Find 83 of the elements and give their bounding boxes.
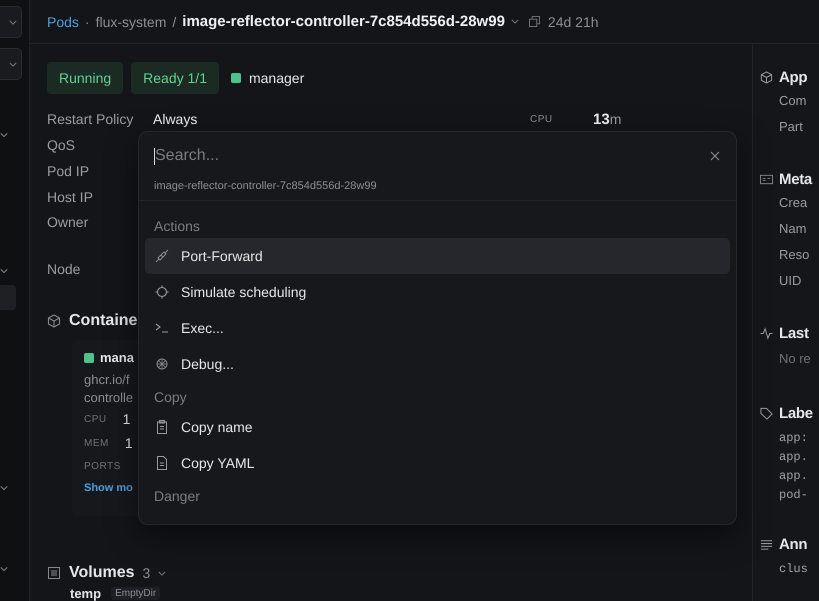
panel-text: app. <box>779 449 809 466</box>
detail-label: Owner <box>47 214 90 230</box>
chevron-icon <box>9 62 17 66</box>
section-title: Last <box>779 324 809 342</box>
menu-item[interactable]: Simulate scheduling <box>145 274 730 310</box>
panel-text: app: <box>779 430 809 447</box>
status-badge: Ready 1/1 <box>131 62 219 94</box>
menu-item[interactable]: Debug... <box>145 346 730 382</box>
chevron-icon <box>9 20 17 24</box>
detail-label: Restart Policy <box>47 111 134 127</box>
metric-label: CPU <box>84 414 107 424</box>
menu-item[interactable]: Port-Forward <box>145 238 730 274</box>
metric-value: 1 <box>124 435 133 451</box>
id-card-icon <box>760 172 773 186</box>
section-title: Containe <box>69 312 138 330</box>
cpu-label: CPU <box>530 114 553 124</box>
panel-text: Part <box>779 118 804 136</box>
image-text: ghcr.io/f <box>84 371 130 389</box>
panel-text: clus <box>779 561 809 578</box>
cube-icon <box>47 314 61 328</box>
detail-label: Pod IP <box>47 163 90 179</box>
namespace-text: flux-system <box>96 14 166 30</box>
section-title: Volumes <box>69 564 134 582</box>
clipboard-icon <box>155 420 169 434</box>
group-heading: Actions <box>153 217 201 236</box>
copy-icon[interactable] <box>528 16 540 27</box>
section-title: Meta <box>779 170 812 188</box>
image-text: controlle <box>84 389 134 407</box>
plug-icon <box>155 249 169 263</box>
volume-count: 3 <box>142 565 150 581</box>
container-name: mana <box>100 350 134 365</box>
bug-icon <box>155 357 169 371</box>
section-title: Labe <box>779 404 813 422</box>
show-more-link[interactable]: Show mo <box>84 482 133 494</box>
metric-value: 1 <box>122 411 130 427</box>
age-text: 24d 21h <box>548 14 599 30</box>
cpu-value: 13m <box>593 110 622 128</box>
panel-text: app. <box>779 468 809 485</box>
section-title: Ann <box>779 536 808 552</box>
menu-item[interactable]: Exec... <box>145 310 730 346</box>
chevron-icon[interactable] <box>0 268 8 274</box>
breadcrumb-separator: · <box>84 14 90 30</box>
chevron-icon[interactable] <box>510 19 519 24</box>
group-heading: Danger <box>153 487 201 506</box>
breadcrumb-link[interactable]: Pods <box>47 14 79 30</box>
panel-text: Com <box>779 92 808 110</box>
crosshair-icon <box>155 285 169 299</box>
detail-label: QoS <box>47 137 76 153</box>
search-field[interactable]: Search... <box>155 147 710 165</box>
subject-text: image-reflector-controller-7c854d556d-28w99 <box>139 180 736 201</box>
panel-text: pod- <box>779 487 809 504</box>
volume-name: temp <box>70 586 102 601</box>
pulse-icon <box>760 326 773 340</box>
breadcrumb-separator: / <box>172 14 176 30</box>
panel-text: No re <box>779 350 812 368</box>
group-heading: Copy <box>153 388 188 407</box>
document-icon <box>155 456 169 470</box>
ports-label: PORTS <box>84 461 121 472</box>
metric-label: MEM <box>84 438 109 448</box>
panel-text: Nam <box>779 220 808 238</box>
cube-icon <box>760 70 773 84</box>
volume-type-tag: EmptyDir <box>111 587 160 600</box>
chevron-icon[interactable] <box>158 570 166 576</box>
terminal-icon <box>155 321 169 335</box>
chevron-icon[interactable] <box>0 132 8 138</box>
close-icon[interactable] <box>710 151 720 161</box>
menu-item[interactable]: Copy YAML <box>145 445 730 481</box>
tag-icon <box>760 406 773 420</box>
chevron-icon[interactable] <box>0 485 8 491</box>
chevron-icon[interactable] <box>0 566 8 572</box>
section-title: App <box>779 68 808 86</box>
detail-value: Always <box>153 111 198 127</box>
storage-icon <box>47 566 61 580</box>
menu-item[interactable]: Copy name <box>145 409 730 445</box>
detail-label: Node <box>47 261 82 277</box>
panel-text: Reso <box>779 246 810 264</box>
container-name: manager <box>248 70 304 86</box>
status-badge: Running <box>47 62 124 94</box>
detail-label: Host IP <box>47 189 94 205</box>
panel-text: UID <box>779 272 802 290</box>
pod-title: image-reflector-controller-7c854d556d-28w99 <box>182 13 505 30</box>
text-lines-icon <box>760 538 773 550</box>
panel-text: Crea <box>779 194 808 212</box>
